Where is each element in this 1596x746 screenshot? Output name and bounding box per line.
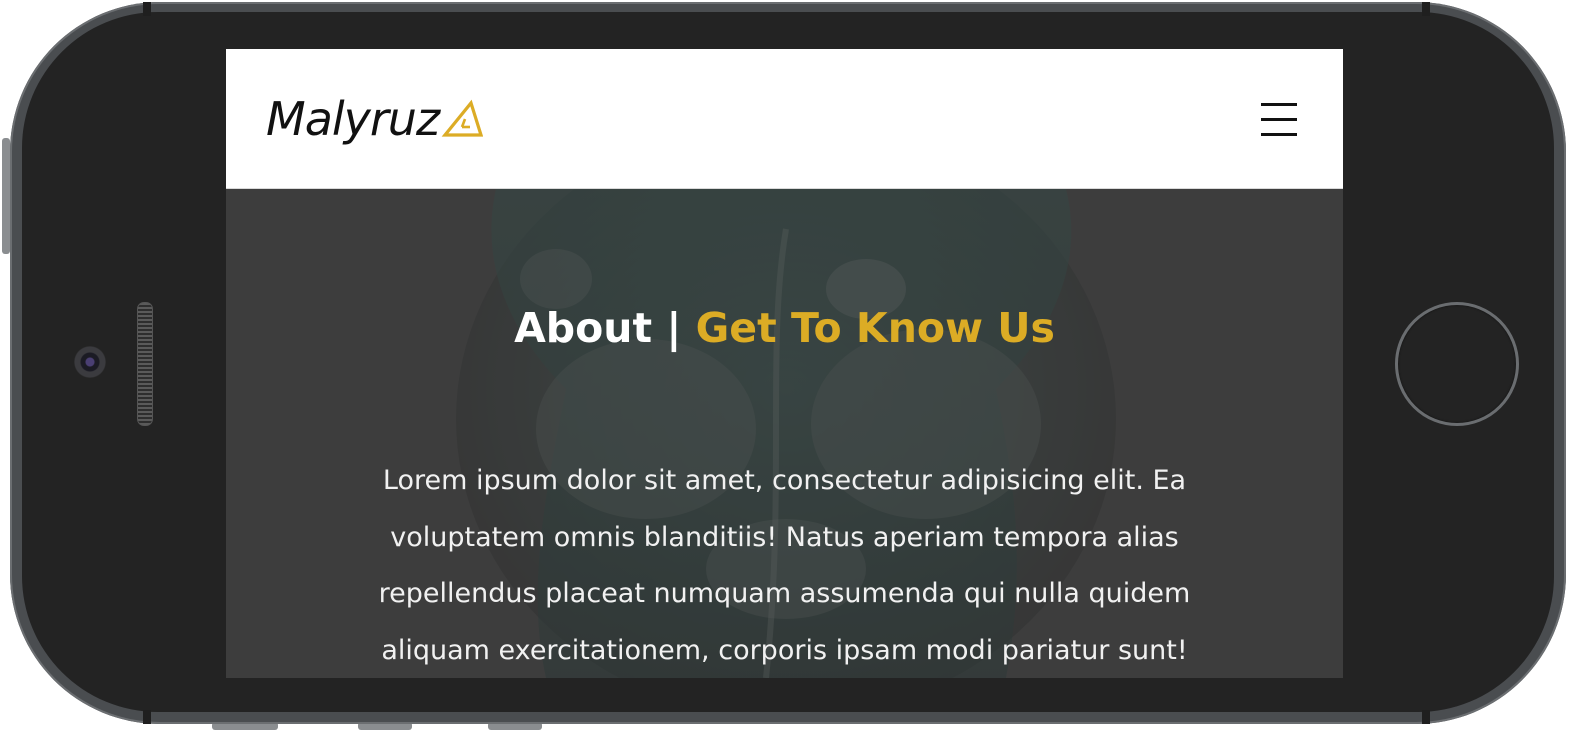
triangle-logo-icon: [441, 99, 484, 137]
device-mockup: Malyruz About | Get To Know Us Lorem ips…: [0, 0, 1596, 746]
about-hero: About | Get To Know Us Lorem ipsum dolor…: [226, 189, 1343, 678]
menu-bar: [1261, 103, 1297, 106]
antenna-band: [1422, 710, 1430, 724]
volume-button: [2, 138, 10, 254]
speaker-grille: [137, 302, 153, 426]
home-button[interactable]: [1395, 302, 1519, 426]
antenna-band: [143, 710, 151, 724]
antenna-band: [143, 2, 151, 16]
page-title: About | Get To Know Us: [226, 303, 1343, 353]
brand-name: Malyruz: [266, 92, 440, 146]
device-screen: Malyruz About | Get To Know Us Lorem ips…: [226, 49, 1343, 678]
camera-icon: [74, 346, 106, 378]
navbar: Malyruz: [226, 49, 1343, 189]
menu-bar: [1261, 118, 1297, 121]
menu-bar: [1261, 133, 1297, 136]
antenna-band: [1422, 2, 1430, 16]
hamburger-menu-button[interactable]: [1258, 99, 1300, 141]
title-accent: Get To Know Us: [695, 304, 1055, 352]
title-lead: About |: [514, 304, 682, 352]
about-description: Lorem ipsum dolor sit amet, consectetur …: [378, 465, 1191, 666]
brand-logo[interactable]: Malyruz: [266, 91, 484, 147]
